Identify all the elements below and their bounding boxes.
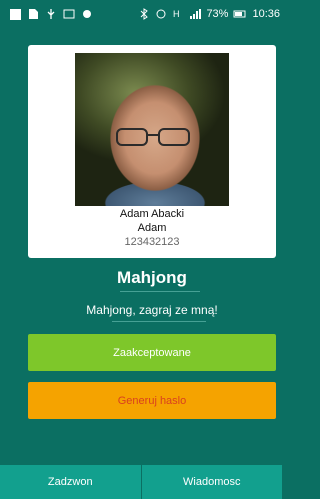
usb-icon <box>47 9 55 19</box>
call-button[interactable]: Zadzwon <box>0 465 141 499</box>
contact-card: Adam Abacki Adam 123432123 <box>28 45 276 258</box>
contact-photo <box>75 53 229 206</box>
signal-icon <box>190 9 202 19</box>
sim-icon <box>29 9 38 19</box>
alarm-icon <box>156 9 166 19</box>
image-icon <box>63 9 75 19</box>
title-underline <box>120 291 200 292</box>
h-signal-icon: H <box>173 9 180 19</box>
android-icon <box>83 10 91 18</box>
generate-password-button[interactable]: Generuj haslo <box>28 382 276 419</box>
battery-percent: 73% <box>206 8 229 20</box>
bottom-bar: Zadzwon Wiadomosc <box>0 465 282 499</box>
status-bar: H 73% 10:36 <box>0 0 282 28</box>
contact-full-name: Adam Abacki <box>119 208 185 220</box>
game-subtitle: Mahjong, zagraj ze mną! <box>86 303 218 317</box>
message-button[interactable]: Wiadomosc <box>140 465 282 499</box>
battery-icon <box>233 10 246 18</box>
glasses-icon <box>116 128 190 146</box>
svg-text:H: H <box>173 9 180 19</box>
subtitle-underline <box>112 321 206 322</box>
contact-first-name: Adam <box>137 222 167 234</box>
contact-phone: 123432123 <box>124 236 180 248</box>
clock: 10:36 <box>252 8 280 20</box>
game-title: Mahjong <box>117 268 187 287</box>
bluetooth-icon <box>141 8 149 20</box>
notification-square-icon <box>10 8 21 20</box>
accept-button[interactable]: Zaakceptowane <box>28 334 276 371</box>
